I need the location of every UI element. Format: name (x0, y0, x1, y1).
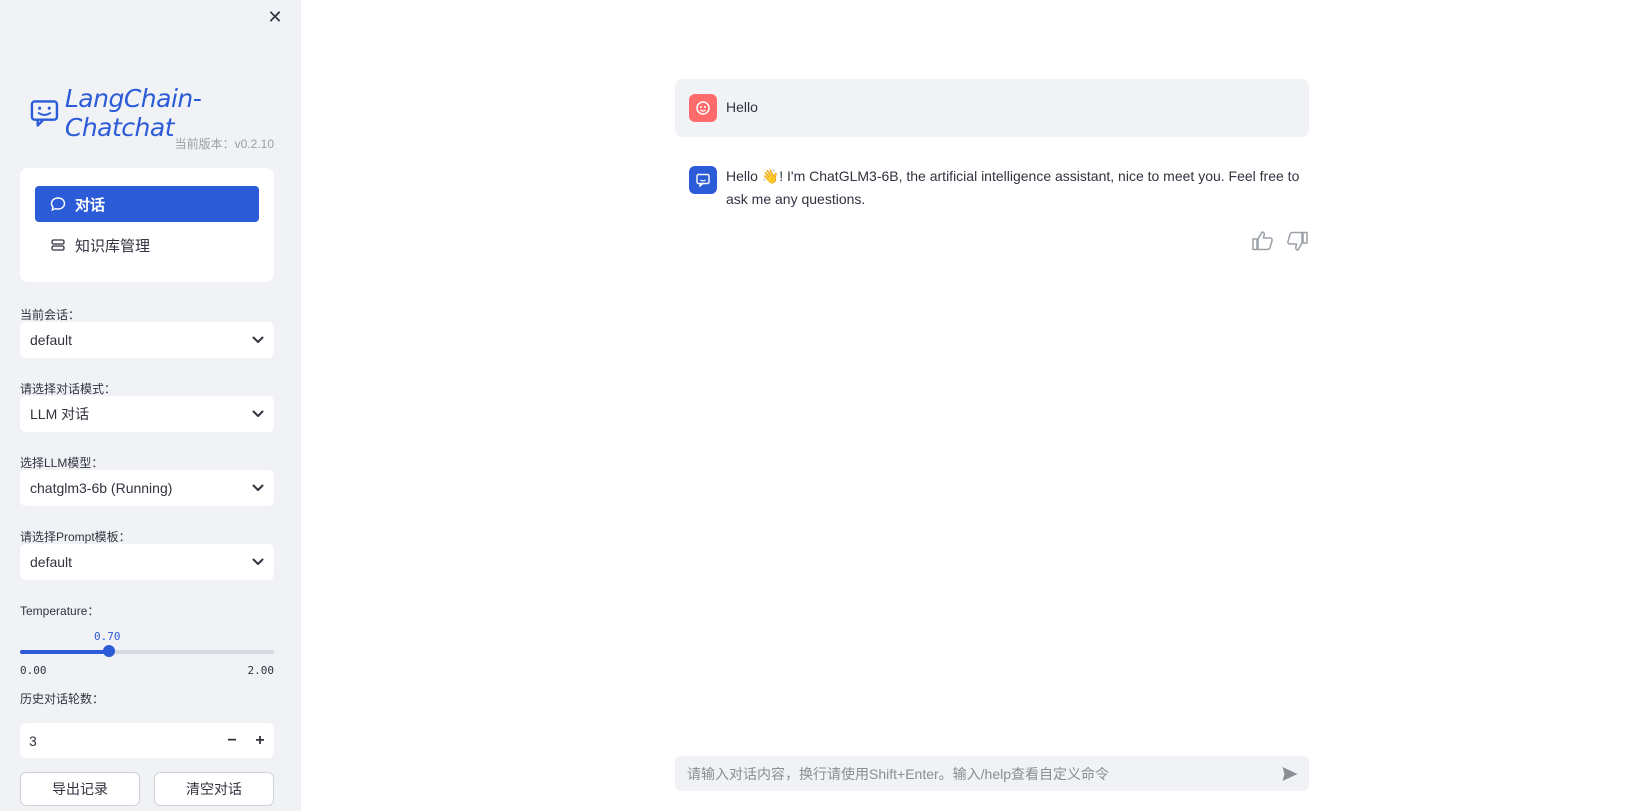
current-session-select[interactable]: default (20, 322, 274, 358)
close-sidebar-button[interactable]: ✕ (266, 7, 284, 27)
llm-model-label: 选择LLM模型： (20, 456, 104, 470)
prompt-template-value: default (30, 554, 73, 570)
nav-menu: 对话 知识库管理 (20, 168, 274, 282)
current-session-value: default (30, 332, 73, 348)
sidebar: ✕ LangChain-Chatchat 当前版本：v0.2.10 对话 知识库… (0, 0, 301, 811)
logo-text: LangChain-Chatchat (64, 84, 202, 142)
temperature-value: 0.70 (94, 630, 121, 643)
llm-model-select[interactable]: chatglm3-6b (Running) (20, 470, 274, 506)
increment-button[interactable]: + (246, 732, 274, 750)
temperature-label: Temperature： (20, 604, 100, 618)
chevron-down-icon (252, 336, 264, 343)
chat-input-bar (675, 756, 1309, 791)
assistant-avatar (689, 166, 717, 194)
chevron-down-icon (252, 558, 264, 565)
thumbs-down-icon[interactable] (1285, 230, 1309, 257)
database-icon (49, 236, 67, 254)
nav-item-knowledge-base[interactable]: 知识库管理 (35, 227, 259, 263)
export-records-button[interactable]: 导出记录 (20, 772, 140, 806)
dialog-mode-select[interactable]: LLM 对话 (20, 396, 274, 432)
prompt-template-label: 请选择Prompt模板： (20, 530, 131, 544)
user-message-text: Hello (726, 99, 758, 115)
app-logo: LangChain-Chatchat (30, 84, 301, 142)
decrement-button[interactable]: − (218, 732, 246, 750)
nav-item-knowledge-base-label: 知识库管理 (75, 237, 151, 255)
user-face-icon (696, 101, 710, 115)
current-session-label: 当前会话： (20, 308, 81, 322)
history-rounds-stepper[interactable]: 3 − + (20, 723, 274, 758)
prompt-template-select[interactable]: default (20, 544, 274, 580)
history-rounds-label: 历史对话轮数： (20, 692, 105, 706)
chat-logo-icon (696, 173, 710, 188)
chat-bubble-icon (49, 195, 67, 213)
dialog-mode-value: LLM 对话 (30, 406, 90, 422)
clear-chat-button[interactable]: 清空对话 (154, 772, 274, 806)
feedback-buttons (1251, 230, 1309, 257)
version-label: 当前版本：v0.2.10 (174, 137, 274, 151)
history-rounds-value[interactable]: 3 (29, 733, 218, 749)
chat-input[interactable] (685, 764, 1281, 783)
nav-item-chat[interactable]: 对话 (35, 186, 259, 222)
user-avatar (689, 94, 717, 122)
user-message: Hello (675, 79, 1309, 137)
thumbs-up-icon[interactable] (1251, 230, 1275, 257)
chevron-down-icon (252, 484, 264, 491)
send-icon[interactable] (1281, 765, 1299, 783)
temperature-slider-fill (20, 650, 109, 654)
temperature-min: 0.00 (20, 664, 47, 677)
temperature-slider-thumb[interactable] (102, 645, 115, 657)
temperature-slider[interactable] (20, 645, 274, 657)
temperature-max: 2.00 (247, 664, 275, 677)
dialog-mode-label: 请选择对话模式： (20, 382, 117, 396)
chevron-down-icon (252, 410, 264, 417)
llm-model-value: chatglm3-6b (Running) (30, 480, 173, 496)
nav-item-chat-label: 对话 (75, 196, 106, 214)
chat-logo-icon (30, 100, 59, 127)
assistant-message-text: Hello 👋! I'm ChatGLM3-6B, the artificial… (726, 168, 1300, 207)
